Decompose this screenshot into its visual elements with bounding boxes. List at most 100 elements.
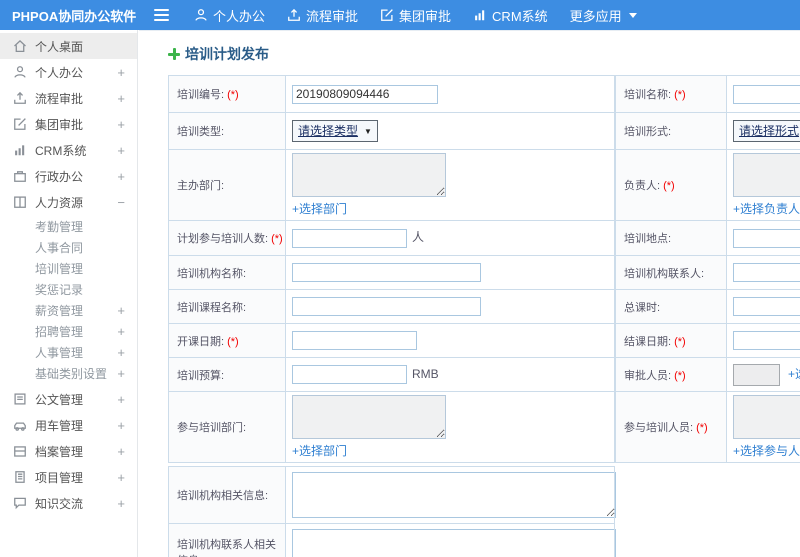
field-label: 结课日期: xyxy=(624,335,672,348)
nav-item-crm-system[interactable]: CRM系统 xyxy=(462,0,559,30)
training-type-select[interactable]: 请选择类型 ▼ xyxy=(292,120,378,142)
expand-toggle[interactable]: + xyxy=(115,324,125,339)
course-name-input[interactable] xyxy=(292,297,481,316)
expand-toggle[interactable]: + xyxy=(115,169,125,184)
book-icon xyxy=(13,195,27,209)
expand-toggle[interactable]: + xyxy=(115,345,125,360)
nav-item-personal-office[interactable]: 个人办公 xyxy=(183,0,276,30)
expand-toggle[interactable]: + xyxy=(115,470,125,485)
field-label: 培训地点: xyxy=(624,233,672,245)
sidebar-item-crm-system[interactable]: CRM系统 + xyxy=(0,137,137,163)
field-label: 负责人: xyxy=(624,180,661,192)
expand-toggle[interactable]: + xyxy=(115,444,125,459)
expand-toggle[interactable]: + xyxy=(115,303,125,318)
sidebar-item-label: 行政办公 xyxy=(35,169,84,184)
host-dept-textarea[interactable] xyxy=(292,153,446,197)
row-host-dept: 主办部门: +选择部门 xyxy=(168,149,615,221)
sidebar-subitem-salary[interactable]: 薪资管理 + xyxy=(0,300,137,321)
expand-toggle[interactable]: + xyxy=(115,366,125,381)
sidebar-subitem-attendance[interactable]: 考勤管理 xyxy=(0,216,137,237)
sidebar-item-label: 集团审批 xyxy=(35,117,84,132)
field-label: 开课日期: xyxy=(177,335,225,348)
chat-icon xyxy=(13,496,27,510)
select-participants-link[interactable]: +选择参与人员 xyxy=(733,442,800,459)
expand-toggle[interactable]: + xyxy=(115,91,125,106)
sidebar-subitem-rewards[interactable]: 奖惩记录 xyxy=(0,279,137,300)
sidebar-item-knowledge-exchange[interactable]: 知识交流 + xyxy=(0,490,137,516)
approver-box[interactable] xyxy=(733,363,780,386)
sidebar-item-official-docs[interactable]: 公文管理 + xyxy=(0,386,137,412)
sidebar-subitem-label: 奖惩记录 xyxy=(35,283,84,297)
row-training-name: 培训名称: (*) xyxy=(615,75,800,113)
total-hours-input[interactable] xyxy=(733,297,800,316)
sidebar-subitem-personnel[interactable]: 人事管理 + xyxy=(0,342,137,363)
training-name-input[interactable] xyxy=(733,84,800,104)
budget-input[interactable] xyxy=(292,365,407,384)
row-budget: 培训预算: RMB xyxy=(168,357,615,392)
nav-item-workflow-approval[interactable]: 流程审批 xyxy=(276,0,369,30)
edit-icon xyxy=(380,8,394,22)
sidebar-item-project-management[interactable]: 项目管理 + xyxy=(0,464,137,490)
sidebar-item-human-resources[interactable]: 人力资源 − xyxy=(0,189,137,215)
row-leader: 负责人: (*) +选择负责人 xyxy=(615,149,800,221)
row-join-dept: 参与培训部门: +选择部门 xyxy=(168,391,615,463)
expand-toggle[interactable]: + xyxy=(115,418,125,433)
place-input[interactable] xyxy=(733,228,800,248)
field-label: 培训课程名称: xyxy=(177,301,247,314)
select-approver-link[interactable]: +选择审批人员 xyxy=(788,367,800,381)
menu-icon[interactable] xyxy=(154,9,169,21)
expand-toggle[interactable]: + xyxy=(115,496,125,511)
org-name-input[interactable] xyxy=(292,263,481,282)
sidebar-item-admin-office[interactable]: 行政办公 + xyxy=(0,163,137,189)
sidebar-item-group-approval[interactable]: 集团审批 + xyxy=(0,111,137,137)
nav-item-group-approval[interactable]: 集团审批 xyxy=(369,0,462,30)
expand-toggle[interactable]: + xyxy=(115,65,125,80)
main-content: 培训计划发布 培训编号:(*) 培训类型: 请选择类型▼ 主办部门: +选择部门 xyxy=(139,30,800,557)
training-form-select[interactable]: 请选择形式▼ xyxy=(733,120,800,142)
sidebar-item-personal-office[interactable]: 个人办公 + xyxy=(0,59,137,85)
training-no-input[interactable] xyxy=(292,84,438,104)
leader-textarea[interactable] xyxy=(733,153,800,197)
expand-toggle[interactable]: + xyxy=(115,392,125,407)
contact-info-textarea[interactable] xyxy=(292,529,616,557)
sidebar-item-personal-desktop[interactable]: 个人桌面 xyxy=(0,33,137,59)
sidebar-item-label: 知识交流 xyxy=(35,496,84,511)
expand-toggle[interactable]: + xyxy=(115,117,125,132)
start-date-input[interactable] xyxy=(292,331,417,350)
sidebar-item-workflow-approval[interactable]: 流程审批 + xyxy=(0,85,137,111)
briefcase-icon xyxy=(13,169,27,183)
sidebar-subitem-training[interactable]: 培训管理 xyxy=(0,258,137,279)
topbar: PHPOA协同办公软件 个人办公 流程审批 集团审批 CRM系统 更多应用 xyxy=(0,0,800,30)
org-contact-input[interactable] xyxy=(733,263,800,282)
sidebar-subitem-recruitment[interactable]: 招聘管理 + xyxy=(0,321,137,342)
field-label: 培训机构联系人: xyxy=(624,267,705,280)
row-training-type: 培训类型: 请选择类型 ▼ xyxy=(168,112,615,150)
sidebar-subitem-hr-contract[interactable]: 人事合同 xyxy=(0,237,137,258)
row-training-form: 培训形式: 请选择形式▼ xyxy=(615,112,800,150)
select-value: 请选择类型 xyxy=(298,124,359,138)
field-label: 培训类型: xyxy=(177,126,225,138)
nav-item-more-apps[interactable]: 更多应用 xyxy=(559,0,648,30)
expand-toggle[interactable]: + xyxy=(115,143,125,158)
home-icon xyxy=(13,39,27,53)
org-info-textarea[interactable] xyxy=(292,472,616,518)
planned-count-input[interactable] xyxy=(292,228,407,248)
field-label: 培训机构联系人相关信息: xyxy=(177,539,276,557)
sidebar-item-vehicle-management[interactable]: 用车管理 + xyxy=(0,412,137,438)
collapse-toggle[interactable]: − xyxy=(115,195,125,210)
row-total-hours: 总课时: xyxy=(615,289,800,324)
field-label: 培训机构相关信息: xyxy=(177,490,269,502)
edit-icon xyxy=(13,117,27,131)
participants-textarea[interactable] xyxy=(733,395,800,439)
join-dept-textarea[interactable] xyxy=(292,395,446,439)
select-dept-link[interactable]: +选择部门 xyxy=(292,200,347,217)
sidebar-subitem-base-category[interactable]: 基础类别设置 + xyxy=(0,363,137,384)
select-leader-link[interactable]: +选择负责人 xyxy=(733,200,800,217)
nav-label: 集团审批 xyxy=(399,8,452,24)
user-icon xyxy=(13,65,27,79)
sidebar-item-archive-management[interactable]: 档案管理 + xyxy=(0,438,137,464)
select-dept-link[interactable]: +选择部门 xyxy=(292,442,347,459)
row-approver: 审批人员:(*) +选择审批人员 xyxy=(615,357,800,392)
end-date-input[interactable] xyxy=(733,331,800,350)
training-plan-form: 培训编号:(*) 培训类型: 请选择类型▼ 主办部门: +选择部门 计划参与培训… xyxy=(168,75,800,557)
